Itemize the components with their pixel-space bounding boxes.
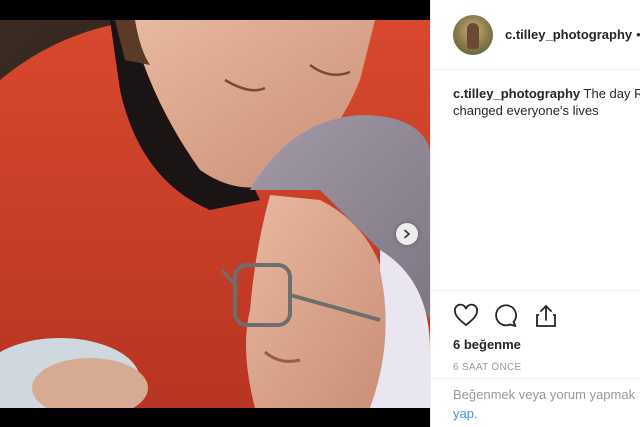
post-timestamp[interactable]: 6 SAAT ÖNCE [453,362,522,373]
chevron-right-icon [404,229,411,239]
bottom-letterbox [0,408,430,427]
header-username[interactable]: c.tilley_photography [505,27,632,42]
comment-prompt-text: Beğenmek veya yorum yapmak [453,387,636,402]
caption-text: The day R [583,86,640,101]
post-sidebar: c.tilley_photography • c.tilley_photogra… [430,0,640,427]
login-link[interactable]: yap. [453,406,478,421]
header-separator: • [636,27,640,42]
top-letterbox [0,0,430,20]
comment-prompt-area: Beğenmek veya yorum yapmak yap. [431,378,640,427]
caption-line-2: changed everyone's lives [453,103,599,118]
like-count[interactable]: 6 beğenme [453,337,521,352]
post-photo[interactable] [0,20,430,408]
post-header: c.tilley_photography • [431,0,640,70]
post-actions: 6 beğenme 6 SAAT ÖNCE Beğenmek veya yoru… [431,290,640,427]
heart-icon[interactable] [453,303,479,329]
caption-username[interactable]: c.tilley_photography [453,86,580,101]
share-icon[interactable] [533,303,559,329]
post-caption: c.tilley_photography The day R changed e… [453,85,640,119]
avatar[interactable] [453,14,493,55]
comment-icon[interactable] [493,303,519,329]
carousel-next-button[interactable] [396,223,418,245]
